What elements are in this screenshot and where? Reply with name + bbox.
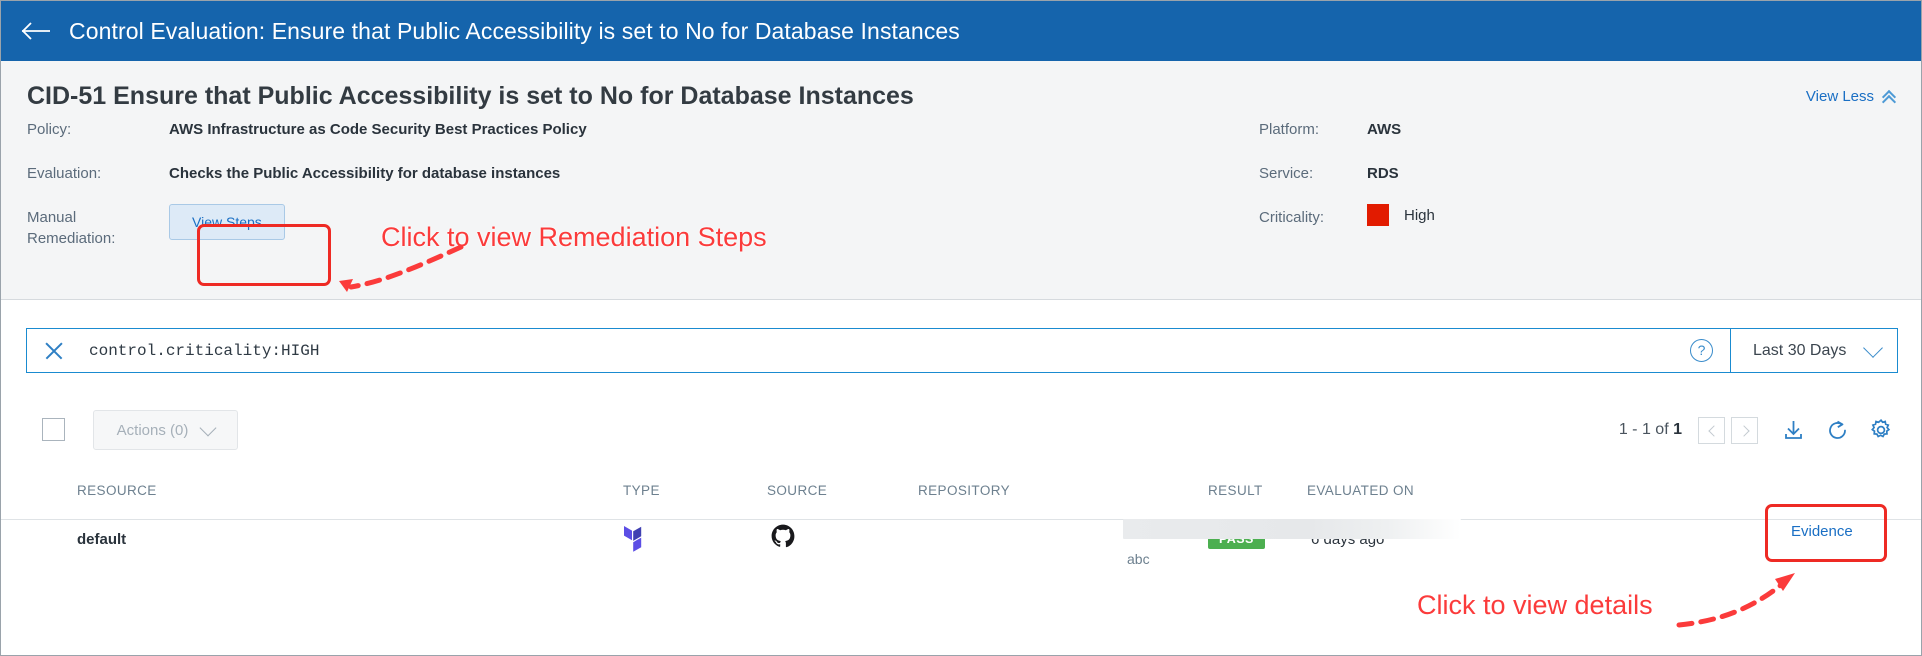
table-toolbar: Actions (0) 1 - 1 of 1 <box>1 410 1921 463</box>
pagination-controls: 1 - 1 of 1 <box>1619 413 1896 447</box>
view-less-label: View Less <box>1805 88 1874 105</box>
cell-repository-sublabel: abc <box>1127 551 1150 567</box>
platform-value: AWS <box>1367 121 1402 138</box>
github-icon <box>771 524 795 552</box>
column-header-evaluated-on: EVALUATED ON <box>1307 483 1415 498</box>
detail-field-platform: Platform: AWS <box>1259 116 1435 142</box>
search-field-wrap[interactable]: ? <box>26 328 1730 373</box>
table-header-row: RESOURCE TYPE SOURCE REPOSITORY RESULT E… <box>1 483 1921 520</box>
column-header-source: SOURCE <box>767 483 828 498</box>
pagination-range: 1 - 1 of <box>1618 421 1669 438</box>
detail-field-criticality: Criticality: High <box>1259 204 1435 230</box>
download-icon[interactable] <box>1778 415 1808 445</box>
view-steps-button[interactable]: View Steps <box>169 204 285 240</box>
cell-repository-redacted <box>1123 519 1461 539</box>
annotation-details: Click to view details <box>1417 590 1653 620</box>
detail-field-service: Service: RDS <box>1259 160 1435 186</box>
evaluation-value: Checks the Public Accessibility for data… <box>169 165 561 182</box>
evaluation-label: Evaluation: <box>27 165 102 182</box>
gear-icon[interactable] <box>1866 415 1896 445</box>
control-evaluation-page: Control Evaluation: Ensure that Public A… <box>0 0 1922 656</box>
chevron-down-icon <box>1863 338 1883 358</box>
next-page-button[interactable] <box>1731 416 1758 444</box>
page-title: Control Evaluation: Ensure that Public A… <box>69 17 960 44</box>
question-circle-icon[interactable]: ? <box>1690 339 1713 362</box>
column-header-result: RESULT <box>1208 483 1263 498</box>
clear-search-icon[interactable] <box>43 340 65 362</box>
policy-label: Policy: <box>27 121 72 138</box>
evidence-link[interactable]: Evidence <box>1791 523 1853 540</box>
manual-remediation-label: Manual Remediation: <box>27 204 169 250</box>
filter-search-bar: ? Last 30 Days <box>26 328 1898 373</box>
select-all-checkbox[interactable] <box>42 418 65 441</box>
criticality-value: High <box>1404 206 1435 224</box>
search-input[interactable] <box>87 340 1690 361</box>
control-detail-panel: CID-51 Ensure that Public Accessibility … <box>1 61 1921 300</box>
control-heading: CID-51 Ensure that Public Accessibility … <box>27 82 914 110</box>
pagination-summary: 1 - 1 of 1 <box>1619 421 1682 439</box>
criticality-label: Criticality: <box>1259 209 1325 226</box>
actions-label: Actions (0) <box>116 421 189 439</box>
date-range-label: Last 30 Days <box>1753 341 1847 359</box>
detail-field-policy: Policy: AWS Infrastructure as Code Secur… <box>27 116 587 142</box>
back-arrow-icon[interactable] <box>19 16 53 46</box>
chevron-up-icon <box>1883 89 1899 105</box>
criticality-value-wrap: High <box>1367 204 1435 226</box>
view-steps-wrap: View Steps <box>169 204 285 240</box>
column-header-type: TYPE <box>623 483 660 498</box>
policy-value: AWS Infrastructure as Code Security Best… <box>169 121 587 138</box>
column-header-repository: REPOSITORY <box>918 483 1011 498</box>
table-row[interactable]: default PASS 6 days ago <box>1 519 1921 589</box>
app-titlebar: Control Evaluation: Ensure that Public A… <box>1 1 1921 61</box>
actions-dropdown-button[interactable]: Actions (0) <box>93 410 238 450</box>
criticality-color-swatch <box>1367 204 1389 226</box>
detail-field-evaluation: Evaluation: Checks the Public Accessibil… <box>27 160 587 186</box>
terraform-icon <box>623 525 647 556</box>
platform-label: Platform: <box>1259 121 1320 138</box>
cell-resource: default <box>77 531 127 548</box>
chevron-down-icon <box>199 419 217 436</box>
manual-remediation-label-line2: Remediation: <box>27 230 116 248</box>
detail-fields-right: Platform: AWS Service: RDS Criticality: … <box>1259 116 1435 248</box>
previous-page-button[interactable] <box>1698 416 1725 444</box>
annotation-remediation: Click to view Remediation Steps <box>381 222 767 252</box>
date-range-select[interactable]: Last 30 Days <box>1730 328 1898 373</box>
service-value: RDS <box>1367 165 1399 182</box>
refresh-icon[interactable] <box>1822 415 1852 445</box>
column-header-resource: RESOURCE <box>77 483 157 498</box>
view-less-toggle[interactable]: View Less <box>1806 88 1899 105</box>
pagination-total: 1 <box>1673 421 1682 438</box>
manual-remediation-label-line1: Manual <box>27 209 77 226</box>
service-label: Service: <box>1259 165 1314 182</box>
